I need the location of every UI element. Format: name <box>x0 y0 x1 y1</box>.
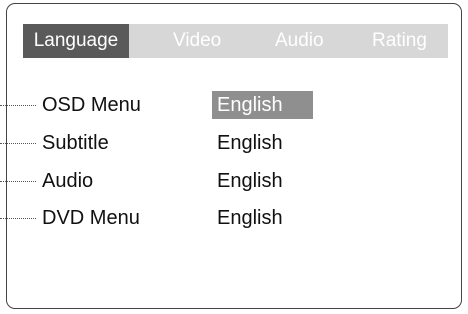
setting-value-audio[interactable]: English <box>212 167 313 195</box>
setting-value-subtitle[interactable]: English <box>212 129 313 157</box>
callout-leader-line <box>0 218 36 219</box>
setup-tab-bar: Language Video Audio Rating <box>23 24 448 58</box>
callout-leader-line <box>0 143 36 144</box>
tab-video[interactable]: Video <box>173 24 221 58</box>
setting-label-audio: Audio <box>42 170 94 192</box>
setting-value-dvd-menu[interactable]: English <box>212 204 313 232</box>
setting-row-dvd-menu[interactable]: DVD Menu English <box>0 203 468 233</box>
tab-rating[interactable]: Rating <box>372 24 427 58</box>
setting-label-dvd-menu: DVD Menu <box>42 207 140 229</box>
setting-label-subtitle: Subtitle <box>42 132 109 154</box>
tab-language[interactable]: Language <box>23 24 129 58</box>
setting-label-osd-menu: OSD Menu <box>42 94 141 116</box>
callout-leader-line <box>0 105 36 106</box>
setting-row-audio[interactable]: Audio English <box>0 166 468 196</box>
callout-leader-line <box>0 181 36 182</box>
setting-row-subtitle[interactable]: Subtitle English <box>0 128 468 158</box>
tab-audio[interactable]: Audio <box>275 24 324 58</box>
setting-row-osd-menu[interactable]: OSD Menu English <box>0 90 468 120</box>
setting-value-osd-menu[interactable]: English <box>212 91 313 119</box>
